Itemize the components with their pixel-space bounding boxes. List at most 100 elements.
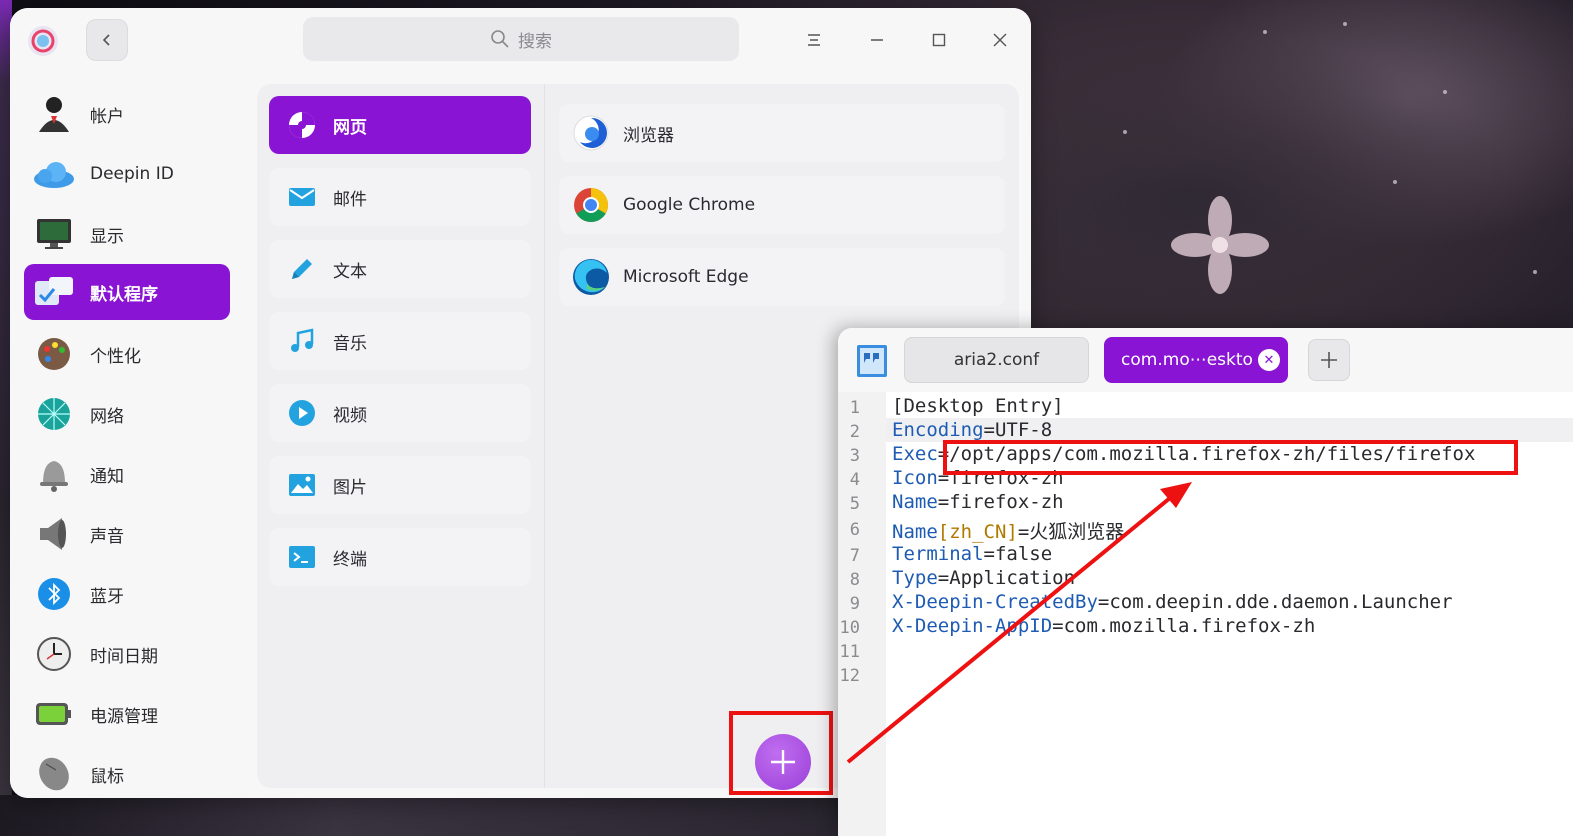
code-value: =com.deepin.dde.daemon.Launcher <box>1097 591 1453 613</box>
sidebar-item-display[interactable]: 显示 <box>24 206 230 262</box>
sidebar-item-bluetooth[interactable]: 蓝牙 <box>24 566 230 622</box>
line-number: 8 <box>849 570 860 590</box>
maximize-icon <box>932 33 946 47</box>
wallpaper-bottom <box>0 795 840 836</box>
sidebar-item-datetime[interactable]: 时间日期 <box>24 626 230 682</box>
code-value: =火狐浏览器 <box>1017 521 1125 543</box>
code-line: X-Deepin-CreatedBy=com.deepin.dde.daemon… <box>892 591 1453 613</box>
code-key: Name <box>892 521 938 543</box>
text-editor-window: aria2.conf com.mo⋯eskto ✕ 1 [Desktop Entr… <box>838 328 1573 836</box>
code-line: Type=Application <box>892 567 1075 589</box>
category-web[interactable]: 网页 <box>269 96 531 154</box>
code-line: Icon=firefox-zh <box>892 467 1064 489</box>
code-line: Terminal=false <box>892 543 1052 565</box>
category-text[interactable]: 文本 <box>269 240 531 298</box>
back-button[interactable] <box>86 19 128 61</box>
app-item-microsoft-edge[interactable]: Microsoft Edge <box>559 248 1005 306</box>
sidebar-item-deepin-id[interactable]: Deepin ID <box>24 146 230 202</box>
close-icon <box>993 33 1007 47</box>
account-icon <box>32 92 76 136</box>
app-item-browser[interactable]: 浏览器 <box>559 104 1005 162</box>
code-key: Name <box>892 491 938 513</box>
sidebar-item-network[interactable]: 网络 <box>24 386 230 442</box>
code-line: Encoding=UTF-8 <box>892 419 1052 441</box>
line-number: 10 <box>839 618 860 638</box>
add-app-button[interactable] <box>755 734 811 790</box>
editor-titlebar: aria2.conf com.mo⋯eskto ✕ <box>838 328 1573 392</box>
code-key: Exec <box>892 443 938 465</box>
line-number: 4 <box>849 470 860 490</box>
category-video[interactable]: 视频 <box>269 384 531 442</box>
clock-icon <box>32 632 76 676</box>
search-input[interactable]: 搜索 <box>303 17 739 61</box>
code-value: =firefox-zh <box>937 491 1064 513</box>
titlebar: 搜索 <box>10 8 1031 72</box>
tab-desktop-file[interactable]: com.mo⋯eskto ✕ <box>1104 337 1288 383</box>
browser-icon <box>571 113 611 153</box>
plus-icon <box>1321 352 1337 368</box>
speaker-icon <box>32 512 76 556</box>
category-music[interactable]: 音乐 <box>269 312 531 370</box>
text-editor-logo-icon <box>857 345 887 377</box>
sidebar-item-notification[interactable]: 通知 <box>24 446 230 502</box>
tab-close-button[interactable]: ✕ <box>1258 349 1280 371</box>
category-image[interactable]: 图片 <box>269 456 531 514</box>
line-number: 12 <box>839 666 860 686</box>
search-icon <box>491 30 509 48</box>
maximize-button[interactable] <box>921 22 957 58</box>
battery-icon <box>32 692 76 736</box>
cloud-icon <box>32 152 76 196</box>
sidebar-item-default-apps[interactable]: 默认程序 <box>24 264 230 320</box>
code-line: [Desktop Entry] <box>892 395 1064 417</box>
code-value: =/opt/apps/com.mozilla.firefox-zh/files/… <box>937 443 1476 465</box>
code-key: Type <box>892 567 938 589</box>
app-item-google-chrome[interactable]: Google Chrome <box>559 176 1005 234</box>
music-icon <box>287 326 317 356</box>
close-button[interactable] <box>982 22 1018 58</box>
line-number: 11 <box>839 642 860 662</box>
tab-aria2-conf[interactable]: aria2.conf <box>904 337 1089 383</box>
code-key: Terminal <box>892 543 984 565</box>
network-icon <box>32 392 76 436</box>
code-line: Name[zh_CN]=火狐浏览器 <box>892 517 1124 544</box>
line-number: 6 <box>849 520 860 540</box>
code-key: Icon <box>892 467 938 489</box>
category-mail[interactable]: 邮件 <box>269 168 531 226</box>
new-tab-button[interactable] <box>1308 339 1350 381</box>
pencil-icon <box>287 254 317 284</box>
code-key: [Desktop Entry] <box>892 395 1064 417</box>
code-value: =false <box>983 543 1053 565</box>
code-line: X-Deepin-AppID=com.mozilla.firefox-zh <box>892 615 1315 637</box>
minimize-button[interactable] <box>859 22 895 58</box>
code-key: X-Deepin-AppID <box>892 615 1053 637</box>
sidebar-item-personalization[interactable]: 个性化 <box>24 326 230 382</box>
minimize-icon <box>871 39 883 41</box>
menu-button[interactable] <box>796 22 832 58</box>
sidebar-item-mouse[interactable]: 鼠标 <box>24 746 230 798</box>
sidebar-item-sound[interactable]: 声音 <box>24 506 230 562</box>
code-line: Exec=/opt/apps/com.mozilla.firefox-zh/fi… <box>892 443 1475 465</box>
display-icon <box>32 212 76 256</box>
video-icon <box>287 398 317 428</box>
mouse-icon <box>32 752 76 796</box>
sidebar-item-account[interactable]: 帐户 <box>24 86 230 142</box>
mail-icon <box>287 182 317 212</box>
edge-icon <box>571 257 611 297</box>
line-number: 3 <box>849 446 860 466</box>
close-icon: ✕ <box>1263 352 1275 368</box>
code-value: =firefox-zh <box>937 467 1064 489</box>
line-number: 1 <box>849 398 860 418</box>
bell-icon <box>32 452 76 496</box>
code-line: Name=firefox-zh <box>892 491 1064 513</box>
palette-icon <box>32 332 76 376</box>
line-number: 2 <box>849 422 860 442</box>
sidebar-item-power[interactable]: 电源管理 <box>24 686 230 742</box>
code-value: =UTF-8 <box>983 419 1053 441</box>
column-divider <box>544 84 545 788</box>
code-key: X-Deepin-CreatedBy <box>892 591 1098 613</box>
code-value: =com.mozilla.firefox-zh <box>1052 615 1316 637</box>
wallpaper-art <box>1020 0 1573 330</box>
category-terminal[interactable]: 终端 <box>269 528 531 586</box>
default-apps-icon <box>32 270 76 314</box>
code-locale: [zh_CN] <box>937 521 1018 543</box>
